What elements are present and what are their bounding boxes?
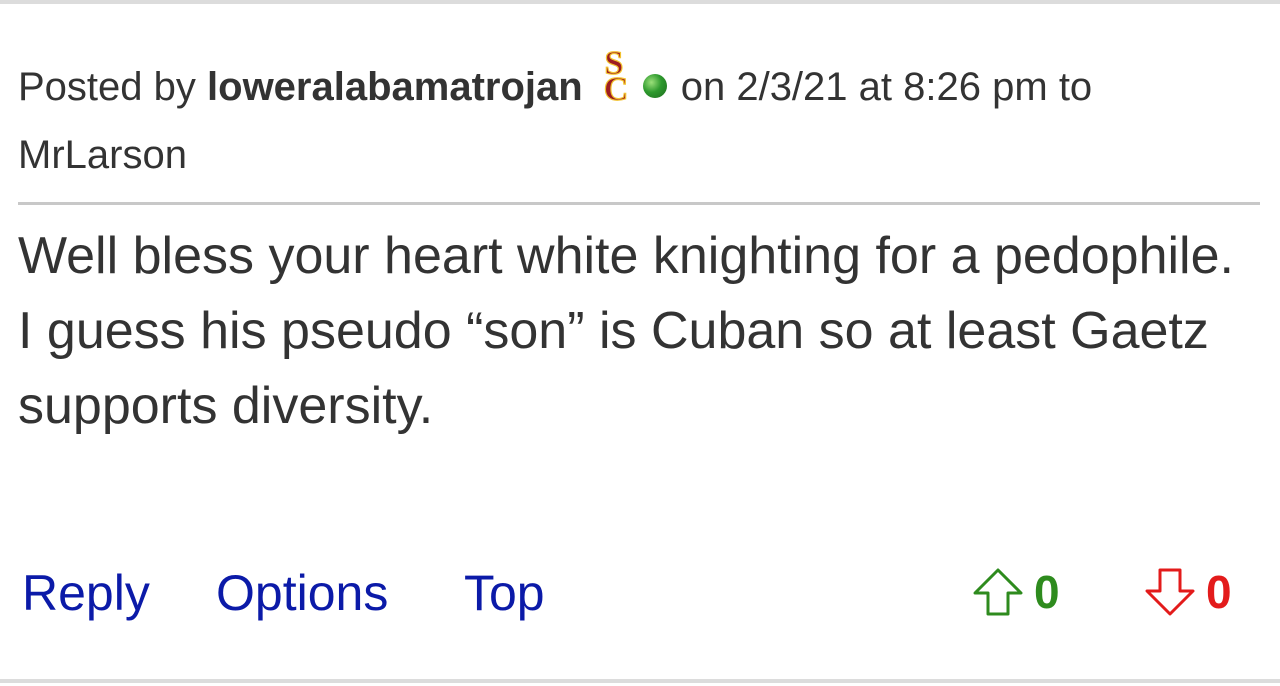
top-link[interactable]: Top xyxy=(464,560,545,626)
post-date: 2/3/21 xyxy=(736,65,848,109)
post-body: Well bless your heart white knighting fo… xyxy=(18,227,1234,435)
online-status-icon xyxy=(642,74,667,98)
posted-by-label: Posted by xyxy=(18,65,196,109)
thumbs-up-arrow-icon xyxy=(973,568,1023,616)
usc-logo-icon: S C xyxy=(589,44,639,124)
upvote-count: 0 xyxy=(1034,566,1060,618)
downvote-count: 0 xyxy=(1206,566,1232,618)
post-time: 8:26 pm xyxy=(903,65,1048,109)
post-actions: Reply Options Top 0 0 xyxy=(22,560,1242,626)
recipient-name[interactable]: MrLarson xyxy=(18,133,187,177)
on-label: on xyxy=(680,65,726,109)
at-label: at xyxy=(858,65,893,109)
bottom-divider xyxy=(0,679,1280,683)
to-label: to xyxy=(1058,65,1093,109)
thumbs-down-arrow-icon xyxy=(1145,568,1195,616)
post-header: Posted by loweralabamatrojan S C on 2/3/… xyxy=(18,44,1260,205)
forum-post: Posted by loweralabamatrojan S C on 2/3/… xyxy=(18,44,1260,444)
logo-c-letter: C xyxy=(603,71,628,106)
author-name[interactable]: loweralabamatrojan xyxy=(207,65,583,109)
reply-link[interactable]: Reply xyxy=(22,560,150,626)
top-divider xyxy=(0,0,1280,4)
upvote-button[interactable]: 0 xyxy=(972,562,1060,622)
options-link[interactable]: Options xyxy=(216,560,388,626)
downvote-button[interactable]: 0 xyxy=(1144,562,1232,622)
